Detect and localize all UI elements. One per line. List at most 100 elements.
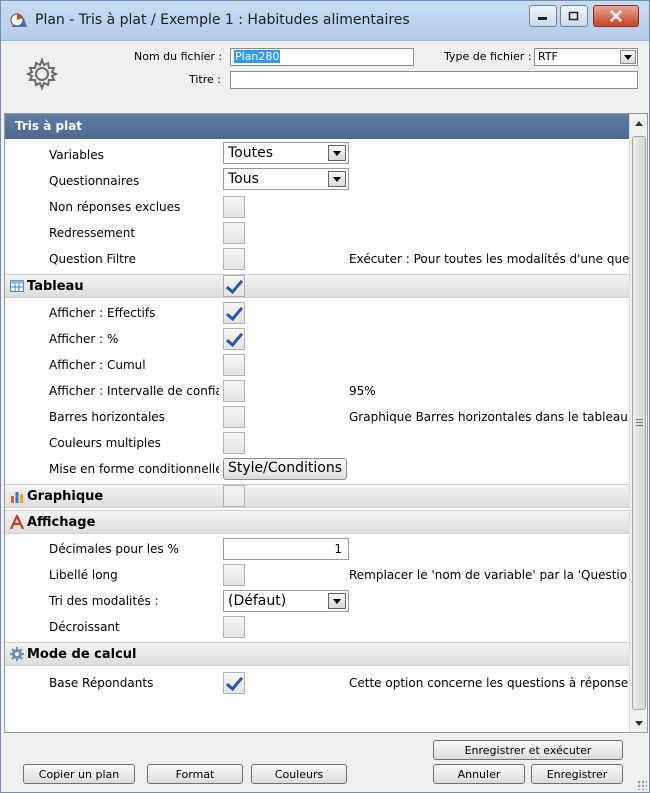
- row-redressement: Redressement: [5, 220, 629, 246]
- libelle-label: Libellé long: [49, 568, 118, 582]
- row-cumul: Afficher : Cumul: [5, 352, 629, 378]
- chevron-down-icon: [328, 171, 346, 187]
- redressement-label: Redressement: [49, 226, 136, 240]
- maximize-button[interactable]: [560, 5, 588, 27]
- format-button[interactable]: Format: [147, 764, 243, 784]
- row-couleurs: Couleurs multiples: [5, 430, 629, 456]
- row-barres: Barres horizontales Graphique Barres hor…: [5, 404, 629, 430]
- questionnaires-select[interactable]: Tous: [223, 168, 349, 190]
- base-repondants-description: Cette option concerne les questions à ré…: [349, 676, 629, 690]
- question-filtre-checkbox[interactable]: [223, 248, 245, 270]
- couleurs-label: Couleurs multiples: [49, 436, 161, 450]
- filetype-label: Type de fichier :: [444, 50, 532, 63]
- vertical-scrollbar[interactable]: [629, 114, 647, 732]
- variables-select[interactable]: Toutes: [223, 142, 349, 164]
- style-conditions-button[interactable]: Style/Conditions: [223, 458, 347, 480]
- title-field[interactable]: [230, 71, 638, 89]
- row-pct: Afficher : %: [5, 326, 629, 352]
- scroll-up-arrow-icon[interactable]: [630, 114, 647, 132]
- barres-checkbox[interactable]: [223, 406, 245, 428]
- mise-en-forme-label: Mise en forme conditionnelle: [49, 462, 219, 476]
- gear-icon[interactable]: [25, 57, 59, 91]
- category-mode-calcul[interactable]: Mode de calcul: [5, 642, 629, 666]
- copier-plan-button[interactable]: Copier un plan: [23, 764, 135, 784]
- effectifs-checkbox[interactable]: [223, 302, 245, 324]
- scroll-down-arrow-icon[interactable]: [630, 714, 647, 732]
- minimize-icon: [538, 17, 547, 20]
- file-header: Nom du fichier : Plan280 Type de fichier…: [1, 41, 649, 111]
- filetype-select[interactable]: RTF: [534, 48, 638, 66]
- barres-label: Barres horizontales: [49, 410, 165, 424]
- affichage-label: Affichage: [27, 515, 96, 530]
- decimales-input[interactable]: 1: [223, 538, 349, 560]
- category-graphique[interactable]: Graphique: [5, 484, 629, 508]
- decroissant-checkbox[interactable]: [223, 616, 245, 638]
- graphique-label: Graphique: [27, 489, 104, 504]
- row-libelle: Libellé long Remplacer le 'nom de variab…: [5, 562, 629, 588]
- chevron-down-icon: [328, 145, 346, 161]
- row-question-filtre: Question Filtre Exécuter : Pour toutes l…: [5, 246, 629, 272]
- cumul-label: Afficher : Cumul: [49, 358, 146, 372]
- close-icon: [610, 10, 622, 22]
- resize-grip-icon[interactable]: [637, 780, 647, 790]
- filename-label: Nom du fichier :: [134, 50, 223, 63]
- question-filtre-label: Question Filtre: [49, 252, 136, 266]
- gear-small-icon: [10, 647, 24, 661]
- annuler-button[interactable]: Annuler: [433, 764, 525, 784]
- intervalle-value: 95%: [349, 384, 376, 398]
- plan-icon: [10, 13, 27, 27]
- mode-calcul-label: Mode de calcul: [27, 647, 137, 662]
- row-base-repondants: Base Répondants Cette option concerne le…: [5, 670, 629, 696]
- cumul-checkbox[interactable]: [223, 354, 245, 376]
- redressement-checkbox[interactable]: [223, 222, 245, 244]
- plan-window: Plan - Tris à plat / Exemple 1 : Habitud…: [0, 0, 650, 793]
- question-filtre-description: Exécuter : Pour toutes les modalités d'u…: [349, 252, 629, 266]
- tableau-checkbox[interactable]: [223, 275, 245, 297]
- pct-checkbox[interactable]: [223, 328, 245, 350]
- bar-chart-icon: [11, 492, 23, 503]
- libelle-checkbox[interactable]: [223, 564, 245, 586]
- category-tableau[interactable]: Tableau: [5, 274, 629, 298]
- tri-label: Tri des modalités :: [49, 594, 159, 608]
- effectifs-label: Afficher : Effectifs: [49, 306, 156, 320]
- row-intervalle: Afficher : Intervalle de confia 95%: [5, 378, 629, 404]
- title-bar[interactable]: Plan - Tris à plat / Exemple 1 : Habitud…: [1, 1, 649, 41]
- close-button[interactable]: [593, 5, 639, 27]
- filename-field[interactable]: Plan280: [230, 48, 414, 66]
- property-grid: Tris à plat Variables Toutes Questionnai…: [4, 113, 648, 733]
- tri-value: (Défaut): [228, 593, 287, 609]
- property-grid-content: Tris à plat Variables Toutes Questionnai…: [5, 114, 629, 732]
- questionnaires-value: Tous: [228, 171, 259, 187]
- scrollbar-thumb[interactable]: [632, 136, 646, 710]
- couleurs-checkbox[interactable]: [223, 432, 245, 454]
- category-tris-a-plat[interactable]: Tris à plat: [5, 114, 629, 139]
- questionnaires-label: Questionnaires: [49, 174, 140, 188]
- graphique-checkbox[interactable]: [223, 485, 245, 507]
- enregistrer-executer-button[interactable]: Enregistrer et exécuter: [433, 740, 623, 760]
- intervalle-checkbox[interactable]: [223, 380, 245, 402]
- couleurs-button[interactable]: Couleurs: [251, 764, 347, 784]
- barres-description: Graphique Barres horizontales dans le ta…: [349, 410, 628, 424]
- enregistrer-button[interactable]: Enregistrer: [531, 764, 623, 784]
- libelle-description: Remplacer le 'nom de variable' par la 'Q…: [349, 568, 628, 582]
- variables-value: Toutes: [228, 145, 274, 161]
- variables-label: Variables: [49, 148, 104, 162]
- category-affichage[interactable]: Affichage: [5, 510, 629, 534]
- chevron-down-icon: [620, 50, 636, 64]
- pct-label: Afficher : %: [49, 332, 119, 346]
- font-a-icon: [10, 515, 24, 529]
- grip-icon: [636, 419, 643, 426]
- maximize-icon: [568, 11, 579, 21]
- decroissant-label: Décroissant: [49, 620, 120, 634]
- table-icon: [10, 280, 24, 292]
- title-label: Titre :: [189, 73, 222, 86]
- minimize-button[interactable]: [529, 5, 557, 27]
- row-non-reponses: Non réponses exclues: [5, 194, 629, 220]
- window-title: Plan - Tris à plat / Exemple 1 : Habitud…: [35, 12, 410, 28]
- base-repondants-label: Base Répondants: [49, 676, 154, 690]
- base-repondants-checkbox[interactable]: [223, 672, 245, 694]
- non-reponses-checkbox[interactable]: [223, 196, 245, 218]
- tableau-label: Tableau: [27, 279, 84, 294]
- tri-select[interactable]: (Défaut): [223, 590, 349, 612]
- filetype-value: RTF: [538, 50, 558, 63]
